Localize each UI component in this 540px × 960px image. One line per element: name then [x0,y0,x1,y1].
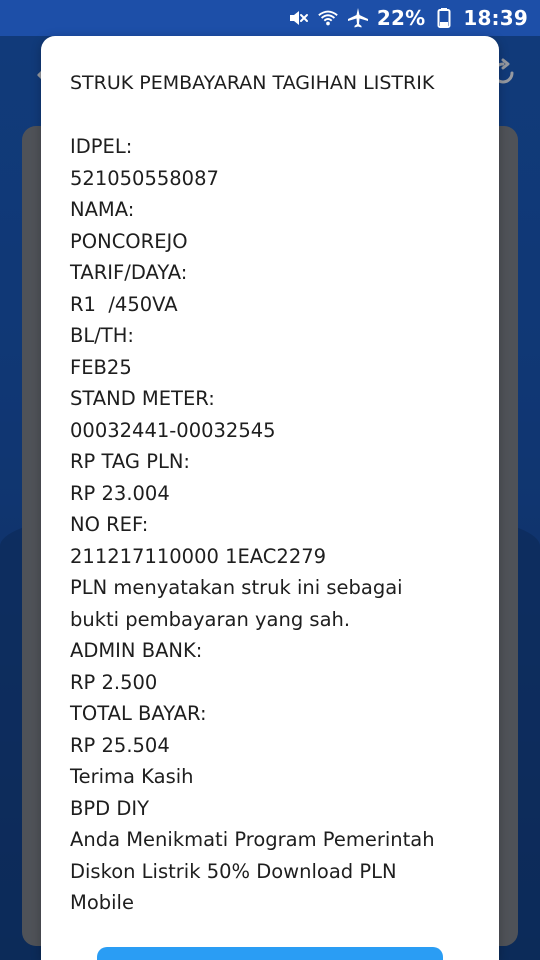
no-ref-value: 211217110000 1EAC2279 [70,544,327,568]
status-bar: 22% 18:39 [0,0,540,36]
receipt-text: STRUK PEMBAYARAN TAGIHAN LISTRIK IDPEL: … [70,68,480,919]
total-bayar-value: RP 25.504 [70,733,170,757]
statement-line-2: bukti pembayaran yang sah. [70,607,351,631]
total-bayar-label: TOTAL BAYAR: [70,702,207,725]
mute-icon [287,7,309,29]
tarif-label: TARIF/DAYA: [70,261,188,284]
battery-icon [433,7,455,29]
statement-line-1: PLN menyatakan struk ini sebagai [70,576,403,599]
tarif-value: R1 /450VA [70,292,178,316]
promo-line-2: Diskon Listrik 50% Download PLN [70,859,397,883]
stand-meter-label: STAND METER: [70,387,215,410]
bank-name: BPD DIY [70,796,150,820]
receipt-dialog: STRUK PEMBAYARAN TAGIHAN LISTRIK IDPEL: … [41,36,499,960]
receipt-spacer [70,100,480,132]
admin-bank-value: RP 2.500 [70,670,158,694]
idpel-label: IDPEL: [70,135,133,158]
idpel-value: 521050558087 [70,166,219,190]
admin-bank-label: ADMIN BANK: [70,639,203,662]
battery-percent: 22% [376,6,426,30]
stand-meter-value: 00032441-00032545 [70,418,276,442]
receipt-title: STRUK PEMBAYARAN TAGIHAN LISTRIK [70,72,435,94]
blth-label: BL/TH: [70,324,134,347]
promo-line-1: Anda Menikmati Program Pemerintah [70,828,435,851]
blth-value: FEB25 [70,355,132,379]
tag-pln-label: RP TAG PLN: [70,450,190,473]
airplane-icon [347,7,369,29]
promo-line-3: Mobile [70,891,134,914]
thanks-text: Terima Kasih [70,765,194,788]
nama-value: PONCOREJO [70,229,188,253]
clock: 18:39 [463,6,528,30]
tag-pln-value: RP 23.004 [70,481,170,505]
dialog-action-button[interactable] [97,947,443,960]
wifi-icon [317,7,339,29]
no-ref-label: NO REF: [70,513,149,536]
nama-label: NAMA: [70,198,135,221]
